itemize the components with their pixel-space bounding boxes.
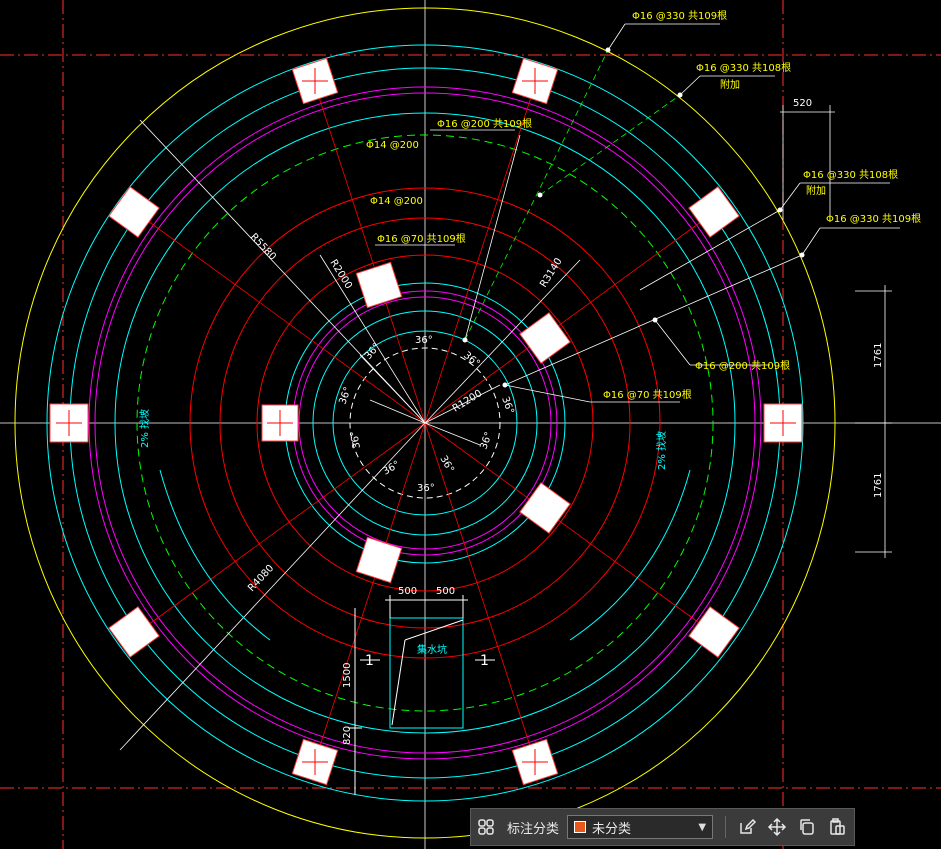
angle-label-8: 36° — [478, 431, 494, 451]
dim-500-left: 500 — [398, 586, 417, 597]
copy-icon — [800, 819, 814, 835]
rebar-label-10: Φ16 @70 共109根 — [603, 388, 692, 401]
angle-label-10: 36° — [417, 483, 435, 494]
dim-1761-lower: 1761 — [873, 473, 884, 498]
dim-1761-upper: 1761 — [873, 343, 884, 368]
rebar-label-4: Φ14 @200 — [366, 140, 419, 151]
radius-r3140: R3140 — [538, 256, 565, 289]
slope-arrow-left — [159, 469, 271, 641]
grid-button[interactable] — [471, 812, 501, 842]
angle-label-2: 36° — [363, 341, 383, 362]
rebar-label-3: Φ16 @200 共109根 — [437, 117, 532, 130]
category-select[interactable]: 未分类 ▼ — [567, 815, 714, 839]
section-mark-right: 1 — [480, 653, 489, 669]
sump-pit — [348, 595, 495, 795]
rebar-label-2-note: 附加 — [720, 78, 740, 91]
category-color-swatch — [574, 821, 587, 833]
grid-icon — [478, 819, 494, 835]
section-mark-left: 1 — [365, 653, 374, 669]
rebar-label-7: Φ16 @330 共108根 — [803, 168, 898, 181]
angle-label-6: 36° — [349, 430, 363, 449]
sump-pit-label: 集水坑 — [417, 643, 447, 656]
rebar-label-7-note: 附加 — [806, 184, 826, 197]
dim-1500: 1500 — [342, 663, 353, 688]
category-label: 标注分类 — [507, 821, 560, 837]
angle-label-9: 36° — [381, 459, 402, 477]
move-icon — [767, 817, 787, 837]
slope-arrow-right — [569, 469, 691, 641]
rebar-label-6: Φ16 @70 共109根 — [377, 232, 466, 245]
radius-r2000: R2000 — [327, 258, 354, 291]
rebar-label-8: Φ16 @330 共109根 — [826, 212, 921, 225]
edit-button[interactable] — [732, 812, 762, 842]
paste-button[interactable] — [822, 812, 852, 842]
chevron-down-icon: ▼ — [698, 821, 707, 833]
angle-label-1: 36° — [415, 335, 433, 346]
slope-label-right: 2% 找坡 — [655, 431, 668, 470]
rebar-label-1: Φ16 @330 共109根 — [632, 9, 727, 22]
dim-820: 820 — [342, 726, 353, 745]
move-button[interactable] — [762, 812, 792, 842]
category-selected-value: 未分类 — [592, 821, 632, 837]
copy-button[interactable] — [792, 812, 822, 842]
dim-500-right: 500 — [436, 586, 455, 597]
paste-icon — [830, 818, 845, 835]
slope-label-left: 2% 找坡 — [138, 409, 151, 448]
edit-icon — [740, 818, 757, 834]
radius-r5580: R5580 — [248, 232, 278, 263]
dim-520: 520 — [793, 98, 812, 109]
angle-label-7: 36° — [437, 454, 455, 475]
annotation-toolbar: 标注分类 未分类 ▼ — [470, 808, 855, 846]
toolbar-divider — [725, 816, 727, 838]
rebar-label-5: Φ14 @200 — [370, 196, 423, 207]
rebar-label-2: Φ16 @330 共108根 — [696, 61, 791, 74]
rebar-label-9: Φ16 @200 共109根 — [695, 359, 790, 372]
cad-drawing-canvas[interactable]: Φ16 @330 共109根 Φ16 @330 共108根 附加 Φ16 @20… — [0, 0, 941, 849]
leader-lines — [375, 23, 900, 403]
radius-r4080: R4080 — [246, 563, 276, 594]
